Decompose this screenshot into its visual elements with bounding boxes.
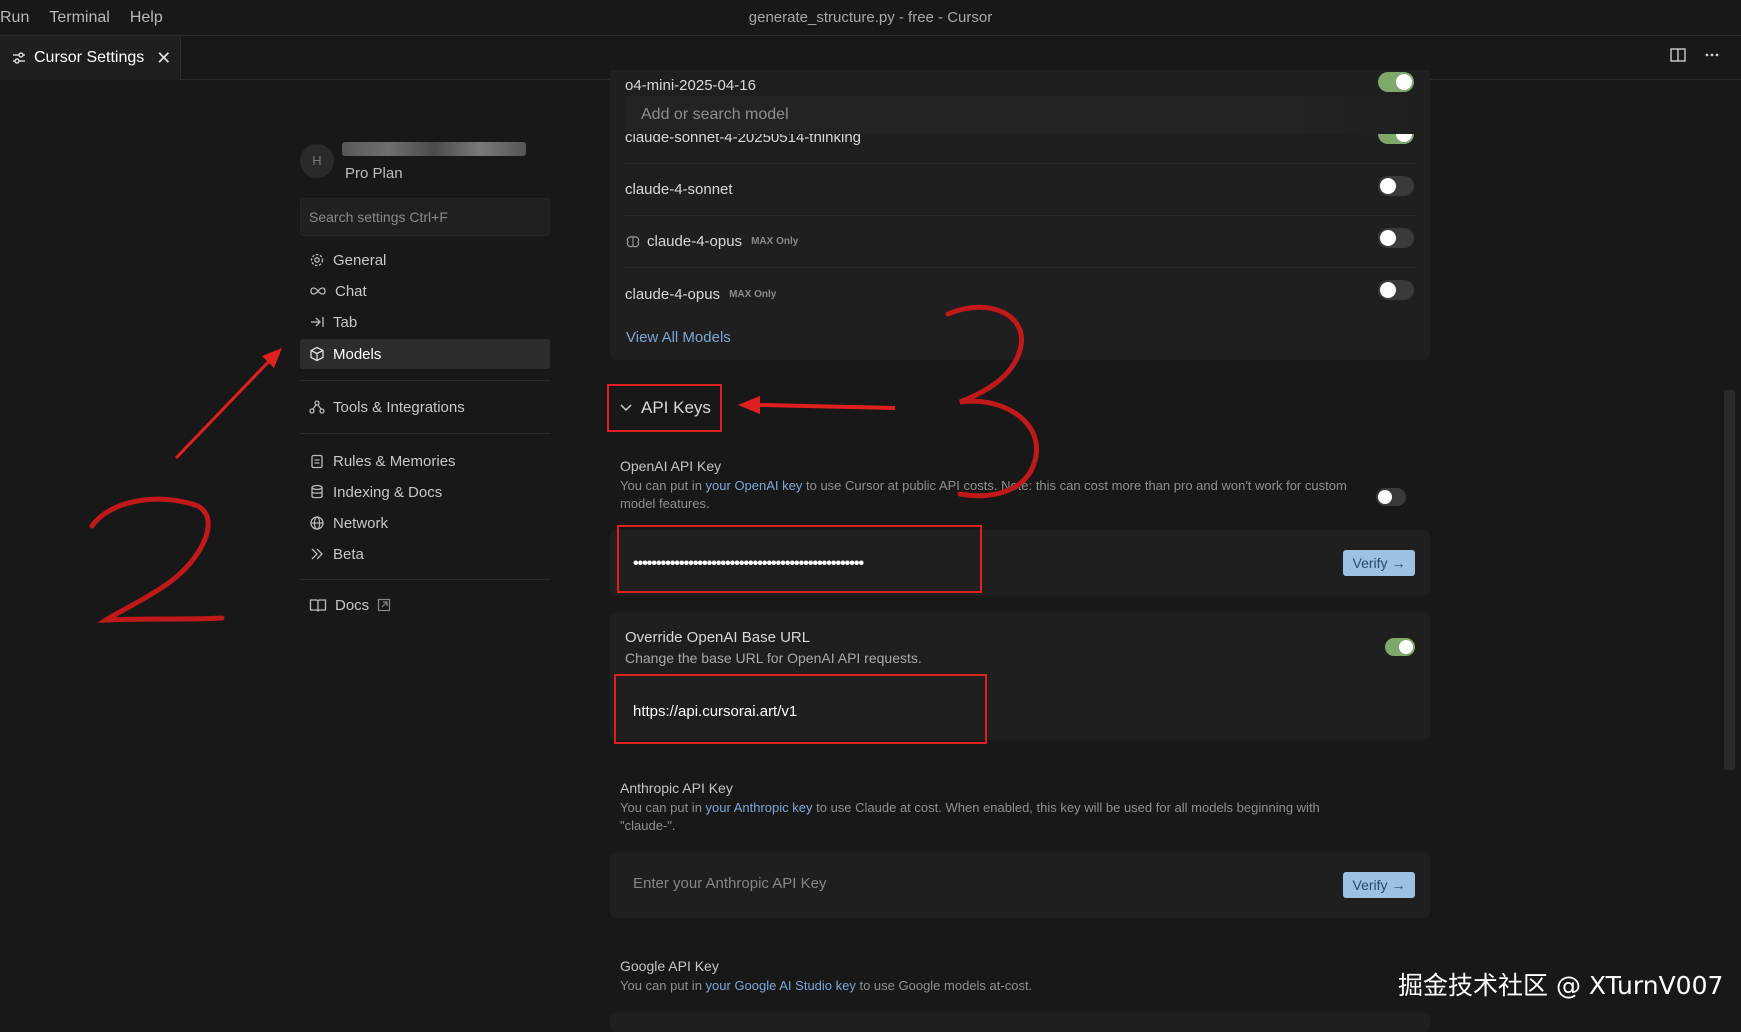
nodes-icon <box>309 400 325 414</box>
annotation-box <box>614 674 987 744</box>
arrow-to-line-icon <box>311 317 324 327</box>
max-only-badge: MAX Only <box>751 236 799 247</box>
title-bar: Run Terminal Help generate_structure.py … <box>0 0 1741 36</box>
model-toggle[interactable] <box>1378 280 1414 300</box>
anthropic-key-input[interactable]: Enter your Anthropic API Key <box>633 875 826 892</box>
double-chevron-right-icon <box>311 548 323 560</box>
sidebar-item-label: General <box>333 251 387 269</box>
sidebar-item-docs[interactable]: Docs <box>300 590 550 620</box>
override-url-title: Override OpenAI Base URL <box>625 629 811 646</box>
model-toggle[interactable] <box>1378 228 1414 248</box>
model-name: claude-4-sonnet <box>625 181 733 198</box>
model-toggle[interactable] <box>1378 176 1414 196</box>
database-icon <box>311 484 323 499</box>
tab-cursor-settings[interactable]: Cursor Settings ✕ <box>0 36 181 80</box>
sidebar-item-label: Models <box>333 345 382 363</box>
annotation-number-2 <box>89 496 225 623</box>
model-name: o4-mini-2025-04-16 <box>625 77 756 94</box>
scrollbar[interactable] <box>1724 390 1735 770</box>
max-only-badge: MAX Only <box>729 288 777 300</box>
tab-label: Cursor Settings <box>34 49 145 66</box>
gear-icon <box>310 253 324 267</box>
globe-icon <box>310 516 324 530</box>
openai-key-desc: You can put in your OpenAI key to use Cu… <box>620 478 1347 511</box>
model-name: claude-4-opus <box>647 233 743 250</box>
google-key-desc: You can put in your Google AI Studio key… <box>620 978 1033 993</box>
nav-divider <box>300 380 550 381</box>
external-link-icon <box>378 598 391 612</box>
override-url-toggle[interactable] <box>1385 638 1415 656</box>
google-key-input-card <box>610 1012 1430 1032</box>
sidebar-item-rules[interactable]: Rules & Memories <box>300 446 550 476</box>
avatar: H <box>300 144 334 178</box>
sidebar-item-label: Indexing & Docs <box>333 483 443 501</box>
menu-run[interactable]: Run <box>0 9 29 27</box>
add-search-model-input[interactable]: Add or search model <box>625 96 1415 134</box>
model-toggle[interactable] <box>1378 72 1414 92</box>
openai-key-link[interactable]: your OpenAI key <box>706 478 803 493</box>
brain-icon <box>626 235 640 247</box>
nav-divider <box>300 579 550 580</box>
verify-openai-button[interactable]: Verify → <box>1343 550 1415 576</box>
sidebar-item-tools[interactable]: Tools & Integrations <box>300 392 550 422</box>
tab-actions <box>1669 46 1721 64</box>
anthropic-key-title: Anthropic API Key <box>620 780 733 796</box>
sidebar-item-label: Tab <box>333 313 358 331</box>
clipboard-icon <box>311 454 323 469</box>
sidebar-item-label: Tools & Integrations <box>333 398 465 416</box>
more-actions-icon[interactable] <box>1703 46 1721 64</box>
sidebar-item-network[interactable]: Network <box>300 508 550 538</box>
sidebar-item-beta[interactable]: Beta <box>300 539 550 569</box>
settings-sliders-icon <box>13 52 25 64</box>
close-icon[interactable]: ✕ <box>156 48 171 69</box>
sidebar-item-indexing[interactable]: Indexing & Docs <box>300 477 550 507</box>
google-key-title: Google API Key <box>620 958 719 974</box>
model-row: claude-4-opus MAX Only <box>625 268 1417 320</box>
menu-help[interactable]: Help <box>130 9 163 27</box>
split-editor-icon[interactable] <box>1669 46 1687 64</box>
cube-icon <box>310 346 324 362</box>
sidebar-item-general[interactable]: General <box>300 245 550 275</box>
infinity-icon <box>310 287 326 295</box>
menu-bar: Run Terminal Help <box>0 0 183 36</box>
watermark: 掘金技术社区 @ XTurnV007 <box>1398 971 1724 1000</box>
profile: H Pro Plan <box>300 140 550 190</box>
annotation-box <box>617 525 982 593</box>
model-name: claude-4-opus <box>625 285 721 303</box>
api-keys-section-header[interactable]: API Keys <box>607 384 722 432</box>
profile-name-blurred <box>342 142 526 156</box>
nav-divider <box>300 433 550 434</box>
openai-key-toggle[interactable] <box>1376 488 1406 506</box>
anthropic-key-desc: You can put in your Anthropic key to use… <box>620 800 1320 833</box>
annotation-arrow-2 <box>174 348 282 460</box>
sidebar-item-chat[interactable]: Chat <box>300 276 550 306</box>
model-row: claude-4-opus MAX Only <box>625 216 1417 268</box>
anthropic-key-link[interactable]: your Anthropic key <box>706 800 813 815</box>
verify-anthropic-button[interactable]: Verify → <box>1343 872 1415 898</box>
openai-key-title: OpenAI API Key <box>620 458 722 474</box>
api-keys-title: API Keys <box>641 398 711 417</box>
sidebar-item-label: Network <box>333 514 389 532</box>
book-icon <box>309 599 327 612</box>
view-all-models-link[interactable]: View All Models <box>626 329 731 346</box>
sidebar-item-label: Rules & Memories <box>333 452 456 470</box>
sidebar-item-label: Docs <box>335 596 370 614</box>
annotation-arrow-3 <box>738 396 896 414</box>
chevron-down-icon <box>620 404 632 412</box>
sidebar-item-models[interactable]: Models <box>300 339 550 369</box>
menu-terminal[interactable]: Terminal <box>49 9 109 27</box>
search-settings-input[interactable]: Search settings Ctrl+F <box>300 198 550 236</box>
profile-plan: Pro Plan <box>345 165 403 182</box>
override-url-desc: Change the base URL for OpenAI API reque… <box>625 650 922 666</box>
sidebar-item-label: Beta <box>333 545 364 563</box>
model-row: claude-4-sonnet <box>625 164 1417 216</box>
sidebar-item-tab[interactable]: Tab <box>300 307 550 337</box>
sidebar-item-label: Chat <box>335 282 367 300</box>
window-title: generate_structure.py - free - Cursor <box>748 9 993 26</box>
google-key-link[interactable]: your Google AI Studio key <box>706 978 856 993</box>
